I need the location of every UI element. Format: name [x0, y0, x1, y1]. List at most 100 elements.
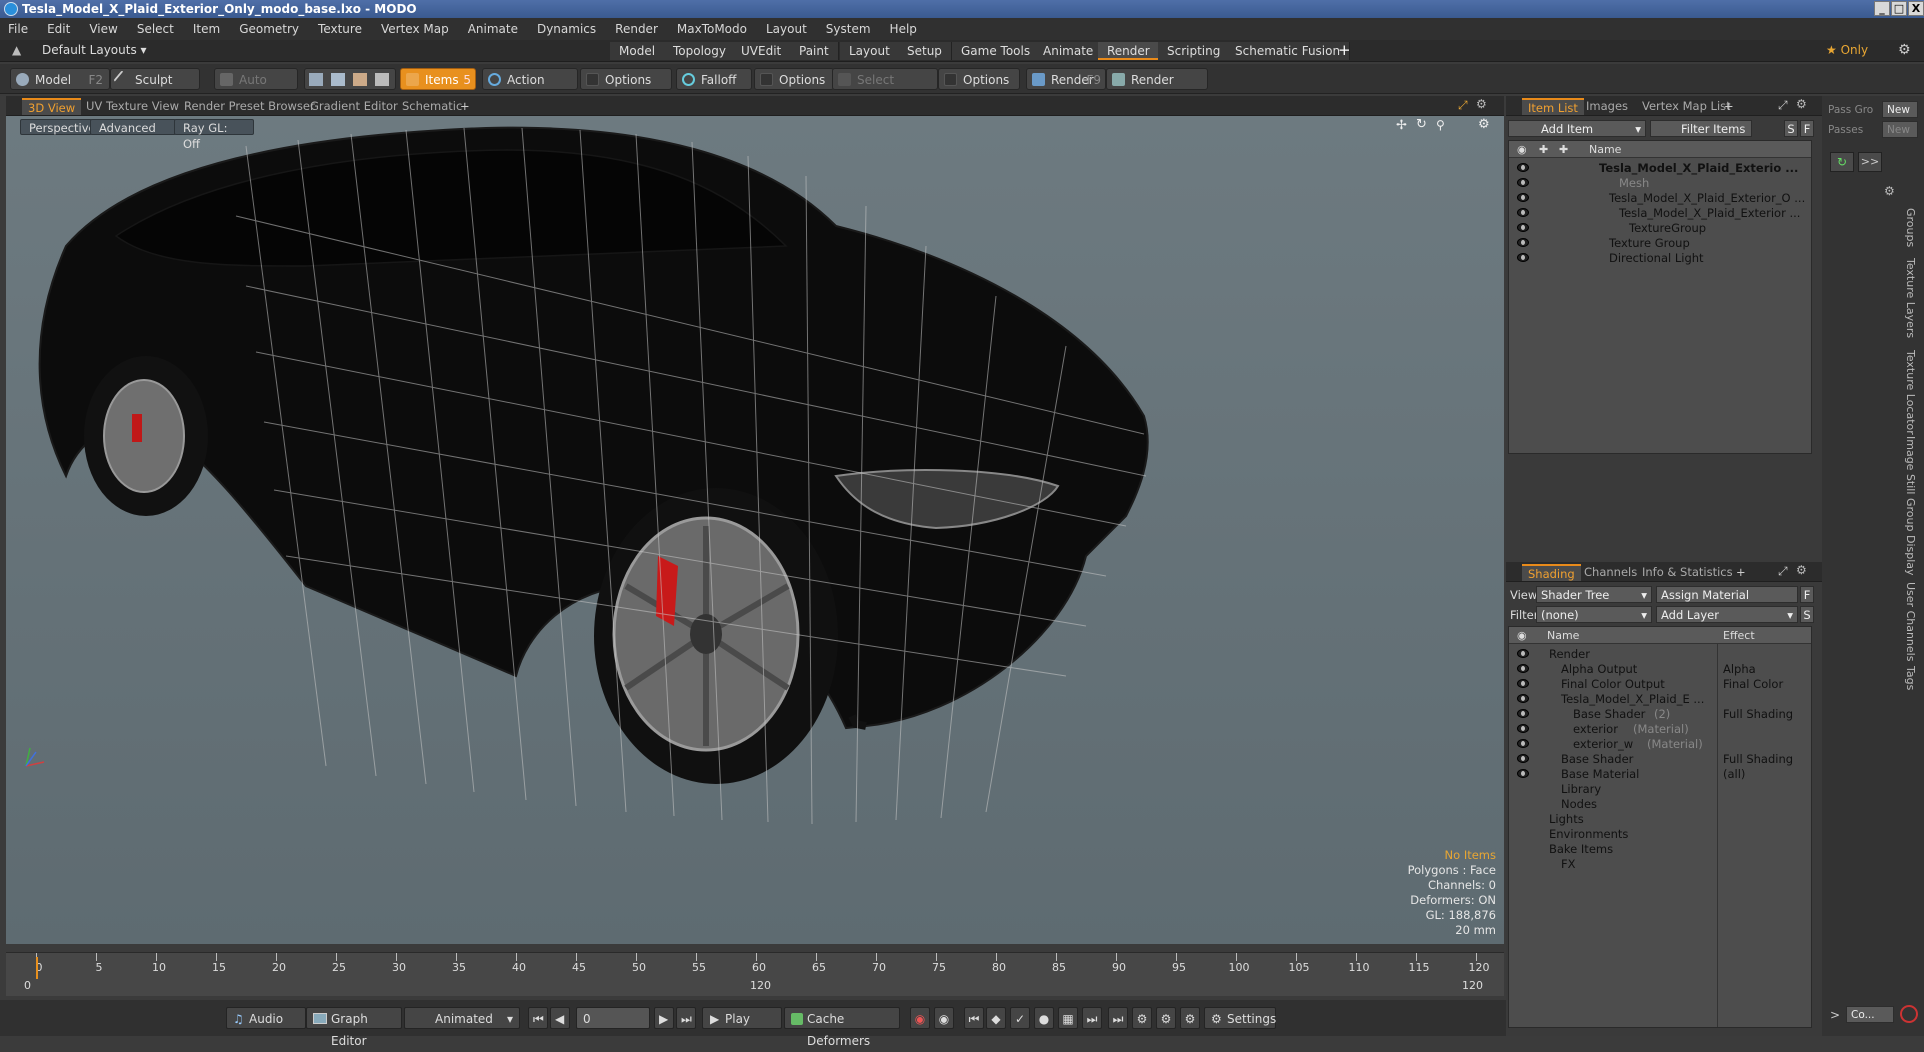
maximize-panel-icon[interactable]: ⤢ [1778, 98, 1788, 113]
menu-system[interactable]: System [826, 22, 871, 36]
maximize-button[interactable]: □ [1891, 1, 1907, 16]
filter-dropdown[interactable]: (none) ▾ [1536, 606, 1652, 623]
side-tab-image-still[interactable]: Image Still [1904, 436, 1917, 494]
step-forward-icon[interactable]: ▶ [654, 1007, 674, 1029]
filter-items-field[interactable]: Filter Items [1650, 120, 1752, 137]
key-end-icon[interactable]: ⏭ [1108, 1007, 1128, 1029]
tab-render-preset-browser[interactable]: Render Preset Browser [178, 98, 321, 115]
rotate-icon[interactable]: ↻ [1416, 117, 1427, 132]
tab-paint[interactable]: Paint [790, 42, 839, 60]
auto-select-button[interactable]: Auto Select [214, 68, 298, 109]
falloff-options-button[interactable]: Options [754, 68, 834, 90]
viewport-gear-icon[interactable]: ⚙ [1476, 97, 1487, 111]
tab-scripting[interactable]: Scripting [1158, 42, 1231, 60]
shading-f-button[interactable]: F [1800, 586, 1814, 603]
shading-gear-icon[interactable]: ⚙ [1796, 563, 1807, 577]
visibility-eye-icon[interactable] [1517, 253, 1529, 262]
item-list-row[interactable]: Directional Light [1509, 249, 1811, 267]
action-center-options-button[interactable]: Options [580, 68, 672, 90]
visibility-eye-icon[interactable] [1517, 163, 1529, 172]
menu-view[interactable]: View [89, 22, 117, 36]
animated-dropdown[interactable]: Animated ▾ [404, 1007, 520, 1029]
sculpt-button[interactable]: Sculpt [110, 68, 200, 90]
shader-tree-dropdown[interactable]: Shader Tree ▾ [1536, 586, 1652, 603]
raygl-toggle[interactable]: Ray GL: Off [174, 119, 254, 151]
tab-setup[interactable]: Setup [898, 42, 952, 60]
polygon-mode-icon[interactable] [353, 73, 367, 86]
items-button[interactable]: Items 5 [400, 68, 476, 90]
go-to-start-icon[interactable]: ⏮ [528, 1007, 548, 1029]
refresh-icon[interactable]: ↻ [1830, 152, 1854, 172]
tab-shading[interactable]: Shading [1522, 564, 1581, 581]
tab-images[interactable]: Images [1580, 98, 1634, 115]
menu-file[interactable]: File [8, 22, 28, 36]
visibility-eye-icon[interactable] [1517, 223, 1529, 232]
shading-s-button[interactable]: S [1800, 606, 1814, 623]
add-item-dropdown[interactable]: Add Item ▾ [1508, 120, 1646, 137]
next-key-icon[interactable]: ⏭ [1082, 1007, 1102, 1029]
go-to-end-icon[interactable]: ⏭ [676, 1007, 696, 1029]
tab-info-statistics[interactable]: Info & Statistics [1636, 564, 1739, 581]
itemlist-gear-icon[interactable]: ⚙ [1796, 97, 1807, 111]
layout-collapse-icon[interactable]: ▲ [12, 43, 21, 57]
side-tab-texture-layers[interactable]: Texture Layers [1904, 258, 1917, 338]
menu-maxtomodo[interactable]: MaxToModo [677, 22, 747, 36]
zoom-icon[interactable]: ⚲ [1436, 118, 1445, 132]
side-tab-groups[interactable]: Groups [1904, 208, 1917, 247]
side-tab-texture-locator[interactable]: Texture Locator [1904, 350, 1917, 435]
menu-edit[interactable]: Edit [47, 22, 70, 36]
current-frame-field[interactable]: 0 [576, 1007, 650, 1029]
gear-small-icon-1[interactable]: ⚙ [1132, 1007, 1152, 1029]
tab-animate[interactable]: Animate [1034, 42, 1104, 60]
tab-model[interactable]: Model [610, 42, 666, 60]
visibility-eye-icon[interactable] [1517, 709, 1529, 718]
tab-gradient-editor[interactable]: Gradient Editor [304, 98, 404, 115]
viewport-settings-gear-icon[interactable]: ⚙ [1478, 117, 1490, 132]
command-field[interactable]: Co... [1846, 1006, 1894, 1023]
key-icon[interactable]: ◆ [986, 1007, 1006, 1029]
default-layouts-dropdown[interactable]: Default Layouts ▾ [42, 43, 147, 57]
delete-key-icon[interactable]: ● [1034, 1007, 1054, 1029]
tab-3d-view[interactable]: 3D View [22, 98, 82, 115]
prev-key-icon[interactable]: ⏮ [964, 1007, 984, 1029]
visibility-eye-icon[interactable] [1517, 649, 1529, 658]
gear-small-icon-2[interactable]: ⚙ [1156, 1007, 1176, 1029]
add-layer-dropdown[interactable]: Add Layer ▾ [1656, 606, 1798, 623]
key-check-icon[interactable]: ✓ [1010, 1007, 1030, 1029]
visibility-eye-icon[interactable] [1517, 193, 1529, 202]
material-mode-icon[interactable] [375, 73, 389, 86]
visibility-eye-icon[interactable] [1517, 679, 1529, 688]
menu-vertex-map[interactable]: Vertex Map [381, 22, 449, 36]
tab-channels[interactable]: Channels [1578, 564, 1643, 581]
tab-schematic-fusion[interactable]: Schematic Fusion [1226, 42, 1351, 60]
3d-viewport[interactable]: Perspective Advanced Ray GL: Off ✢ ↻ ⚲ ⚙… [6, 116, 1504, 944]
play-button[interactable]: ▶ Play [702, 1007, 782, 1029]
shader-tree-row[interactable]: FX [1509, 855, 1811, 873]
add-tab-button[interactable]: + [1338, 41, 1351, 59]
itemlist-f-button[interactable]: F [1800, 120, 1814, 137]
add-shading-tab-button[interactable]: + [1730, 564, 1752, 581]
falloff-button[interactable]: Falloff [676, 68, 752, 90]
record-key-icon[interactable]: ◉ [910, 1007, 930, 1029]
add-itemlist-tab-button[interactable]: + [1718, 98, 1740, 115]
menu-select[interactable]: Select [137, 22, 174, 36]
cache-deformers-button[interactable]: Cache Deformers [784, 1007, 900, 1048]
action-center-button[interactable]: Action Center [482, 68, 578, 109]
visibility-eye-icon[interactable] [1517, 754, 1529, 763]
side-tab-group-display[interactable]: Group Display [1904, 498, 1917, 576]
menu-render[interactable]: Render [615, 22, 658, 36]
gear-small-icon-3[interactable]: ⚙ [1180, 1007, 1200, 1029]
tab-topology[interactable]: Topology [664, 42, 736, 60]
tab-layout[interactable]: Layout [840, 42, 900, 60]
side-gear-icon[interactable]: ⚙ [1884, 184, 1895, 198]
visibility-eye-icon[interactable] [1517, 208, 1529, 217]
side-tab-user-channels[interactable]: User Channels [1904, 582, 1917, 661]
tab-uvedit[interactable]: UVEdit [732, 42, 792, 60]
menu-texture[interactable]: Texture [318, 22, 362, 36]
visibility-eye-icon[interactable] [1517, 769, 1529, 778]
visibility-eye-icon[interactable] [1517, 724, 1529, 733]
visibility-eye-icon[interactable] [1517, 694, 1529, 703]
edge-mode-icon[interactable] [331, 73, 345, 86]
gear-icon[interactable]: ⚙ [1898, 42, 1911, 58]
assign-material-button[interactable]: Assign Material [1656, 586, 1798, 603]
